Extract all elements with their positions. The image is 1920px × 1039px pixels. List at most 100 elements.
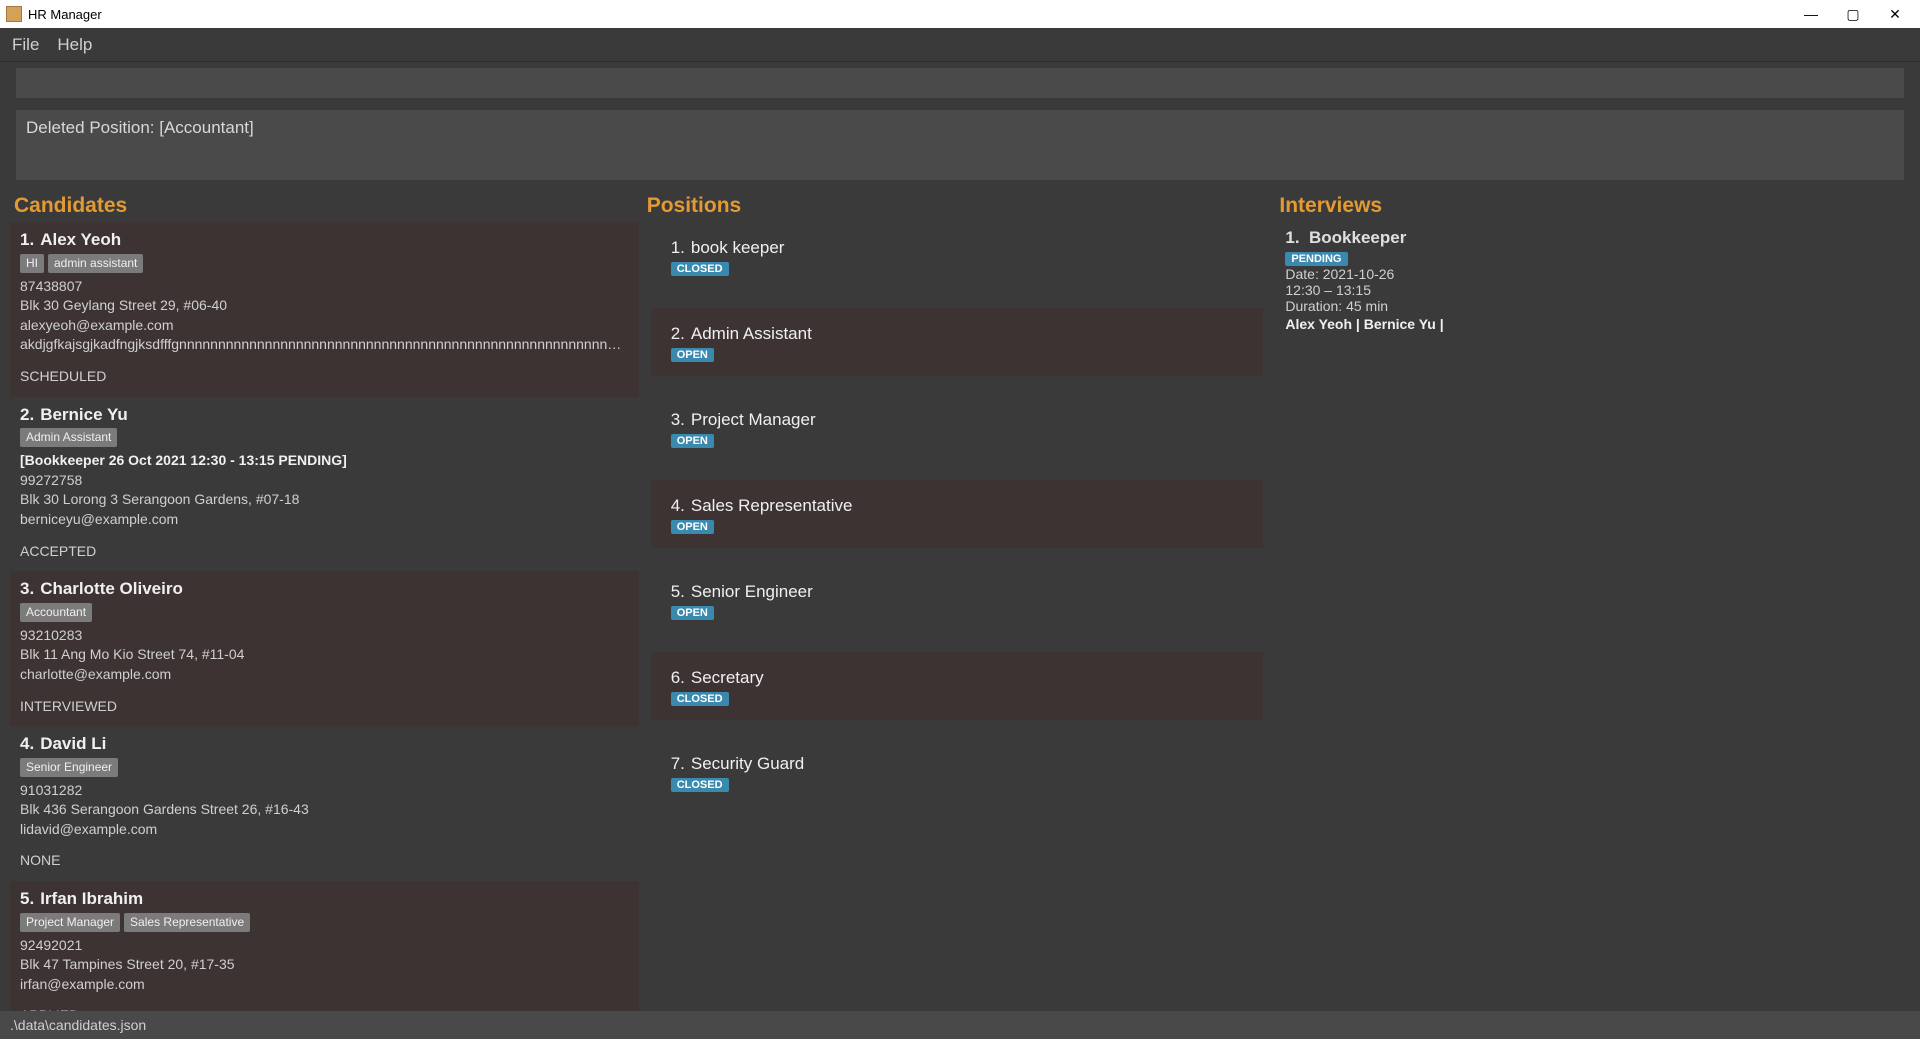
position-header: 3.Project Manager	[671, 410, 1244, 430]
position-card[interactable]: 5.Senior Engineer OPEN	[651, 566, 1264, 634]
candidate-phone: 91031282	[20, 781, 629, 801]
candidate-address: Blk 11 Ang Mo Kio Street 74, #11-04	[20, 645, 629, 665]
candidate-tag: admin assistant	[48, 254, 143, 273]
position-status-badge: OPEN	[671, 520, 714, 534]
interview-status-badge: PENDING	[1285, 252, 1347, 266]
titlebar: HR Manager — ▢ ✕	[0, 0, 1920, 28]
candidate-header: 3. Charlotte Oliveiro	[20, 577, 629, 601]
command-box[interactable]	[16, 68, 1904, 98]
candidate-phone: 99272758	[20, 471, 629, 491]
position-header: 2.Admin Assistant	[671, 324, 1244, 344]
position-card[interactable]: 1. book keeper CLOSED	[651, 222, 1264, 290]
position-index: 4.	[671, 496, 685, 515]
menu-help[interactable]: Help	[57, 35, 92, 55]
position-title: book keeper	[691, 238, 785, 257]
position-status-badge: OPEN	[671, 606, 714, 620]
position-index: 6.	[671, 668, 685, 687]
candidate-status: ACCEPTED	[20, 542, 629, 562]
interview-time: 12:30 – 13:15	[1285, 282, 1894, 298]
candidate-tag: Senior Engineer	[20, 758, 118, 777]
candidate-tag: Sales Representative	[124, 913, 250, 932]
candidate-tags: Admin Assistant	[20, 428, 629, 447]
position-index: 1.	[671, 238, 685, 257]
candidate-tag: Accountant	[20, 603, 92, 622]
candidate-phone: 92492021	[20, 936, 629, 956]
menubar: File Help	[0, 28, 1920, 62]
position-status-badge: CLOSED	[671, 692, 729, 706]
candidate-tags: Accountant	[20, 603, 629, 622]
candidate-card[interactable]: 3. Charlotte Oliveiro Accountant 93210283…	[10, 571, 639, 726]
interview-date: Date: 2021-10-26	[1285, 266, 1894, 282]
position-card[interactable]: 2.Admin Assistant OPEN	[651, 308, 1264, 376]
candidate-phone: 93210283	[20, 626, 629, 646]
position-title: Secretary	[691, 668, 764, 687]
interview-header: 1. Bookkeeper	[1285, 228, 1894, 248]
candidate-header: 4.David Li	[20, 732, 629, 756]
interviews-title: Interviews	[1275, 192, 1908, 222]
position-card[interactable]: 6. Secretary CLOSED	[651, 652, 1264, 720]
position-card[interactable]: 3.Project Manager OPEN	[651, 394, 1264, 462]
position-status-badge: CLOSED	[671, 262, 729, 276]
position-header: 4. Sales Representative	[671, 496, 1244, 516]
candidate-address: Blk 30 Geylang Street 29, #06-40	[20, 296, 629, 316]
maximize-button[interactable]: ▢	[1844, 6, 1862, 23]
position-card[interactable]: 7.Security Guard CLOSED	[651, 738, 1264, 806]
candidate-header: 5.Irfan Ibrahim	[20, 887, 629, 911]
candidate-card[interactable]: 4.David Li Senior Engineer 91031282 Blk …	[10, 726, 639, 881]
candidate-address: Blk 436 Serangoon Gardens Street 26, #16…	[20, 800, 629, 820]
close-button[interactable]: ✕	[1886, 6, 1904, 23]
interview-card[interactable]: 1. Bookkeeper PENDING Date: 2021-10-26 1…	[1275, 222, 1904, 338]
candidate-index: 2.	[20, 405, 34, 424]
result-display: Deleted Position: [Accountant]	[16, 110, 1904, 180]
window-title: HR Manager	[28, 7, 1802, 22]
command-input[interactable]	[22, 68, 1898, 98]
position-title: Sales Representative	[691, 496, 853, 515]
candidate-header: 1.Alex Yeoh	[20, 228, 629, 252]
candidate-card[interactable]: 5.Irfan Ibrahim Project ManagerSales Rep…	[10, 881, 639, 1011]
candidate-status: INTERVIEWED	[20, 697, 629, 717]
statusbar-text: .\data\candidates.json	[10, 1017, 146, 1033]
candidate-name: Alex Yeoh	[40, 230, 121, 249]
candidate-email: irfan@example.com	[20, 975, 629, 995]
position-header: 6. Secretary	[671, 668, 1244, 688]
position-index: 7.	[671, 754, 685, 773]
candidate-name: David Li	[40, 734, 106, 753]
position-index: 2.	[671, 324, 685, 343]
candidate-name: Charlotte Oliveiro	[40, 579, 183, 598]
position-header: 5.Senior Engineer	[671, 582, 1244, 602]
candidate-header: 2. Bernice Yu	[20, 403, 629, 427]
positions-list[interactable]: 1. book keeper CLOSED 2.Admin Assistant O…	[643, 222, 1276, 1011]
interview-title: Bookkeeper	[1309, 228, 1406, 247]
candidate-card[interactable]: 1.Alex Yeoh HIadmin assistant 87438807 B…	[10, 222, 639, 397]
candidate-card[interactable]: 2. Bernice Yu Admin Assistant [Bookkeeper…	[10, 397, 639, 572]
candidate-extra: [Bookkeeper 26 Oct 2021 12:30 - 13:15 PE…	[20, 451, 629, 471]
minimize-button[interactable]: —	[1802, 6, 1820, 22]
statusbar: .\data\candidates.json	[0, 1011, 1920, 1039]
position-index: 3.	[671, 410, 685, 429]
position-status-badge: OPEN	[671, 348, 714, 362]
position-status-badge: CLOSED	[671, 778, 729, 792]
candidate-notes: akdjgfkajsgjkadfngjksdfffgnnnnnnnnnnnnnn…	[20, 335, 629, 355]
candidate-phone: 87438807	[20, 277, 629, 297]
interviews-list[interactable]: 1. Bookkeeper PENDING Date: 2021-10-26 1…	[1275, 222, 1908, 1011]
position-title: Senior Engineer	[691, 582, 813, 601]
interview-index: 1.	[1285, 228, 1299, 247]
candidate-tag: HI	[20, 254, 44, 273]
position-status-badge: OPEN	[671, 434, 714, 448]
candidate-status: NONE	[20, 851, 629, 871]
menu-file[interactable]: File	[12, 35, 39, 55]
interview-duration: Duration: 45 min	[1285, 298, 1894, 314]
candidate-name: Bernice Yu	[40, 405, 128, 424]
candidate-index: 5.	[20, 889, 34, 908]
candidate-email: berniceyu@example.com	[20, 510, 629, 530]
candidate-email: alexyeoh@example.com	[20, 316, 629, 336]
candidate-tags: HIadmin assistant	[20, 254, 629, 273]
candidates-list[interactable]: 1.Alex Yeoh HIadmin assistant 87438807 B…	[10, 222, 643, 1011]
candidate-status: SCHEDULED	[20, 367, 629, 387]
candidate-index: 3.	[20, 579, 34, 598]
position-header: 1. book keeper	[671, 238, 1244, 258]
position-card[interactable]: 4. Sales Representative OPEN	[651, 480, 1264, 548]
candidate-tag: Admin Assistant	[20, 428, 117, 447]
candidate-email: charlotte@example.com	[20, 665, 629, 685]
candidate-tag: Project Manager	[20, 913, 120, 932]
